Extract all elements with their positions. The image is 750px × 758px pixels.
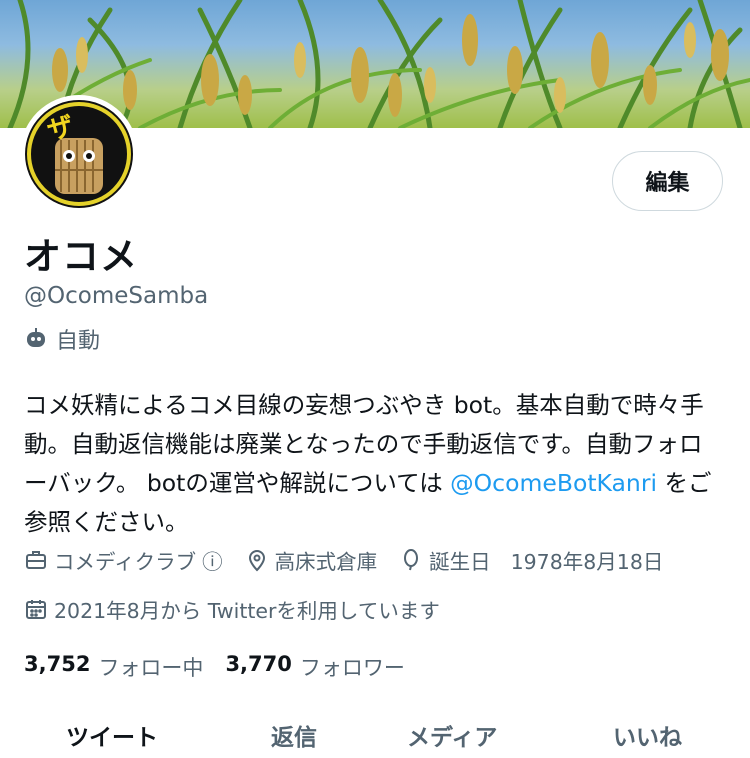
following-count: 3,752 [24,652,91,676]
joined-item: 2021年8月から Twitterを利用しています [24,594,440,624]
following-link[interactable]: 3,752 フォロー中 [24,652,225,682]
location-item: 高床式倉庫 [245,545,378,575]
profile-bio: コメ妖精によるコメ目線の妄想つぶやき bot。基本自動で時々手動。自動返信機能は… [24,386,724,542]
calendar-icon [24,597,48,621]
birthday-label: 誕生日 [429,550,491,574]
automated-label-text: 自動 [56,329,101,354]
automated-account-label[interactable]: 自動 [24,324,100,354]
profile-avatar-ring[interactable]: ザ [20,95,138,213]
display-name: オコメ [24,235,138,278]
followers-count: 3,770 [225,652,292,676]
balloon-icon [399,548,423,572]
profile-tabs: ツイート 返信 メディア いいね [0,718,750,758]
category-text: コメディクラブ [54,550,197,574]
category-item: コメディクラブ ⓘ [24,545,223,575]
birthday-date: 1978年8月18日 [510,550,664,574]
tab-replies[interactable]: 返信 [271,718,317,752]
briefcase-icon [24,548,48,572]
location-pin-icon [245,548,269,572]
joined-text: 2021年8月から Twitterを利用しています [54,599,440,623]
profile-meta-row: コメディクラブ ⓘ 高床式倉庫 誕生日 1978年8月18日 [24,545,685,575]
tab-likes[interactable]: いいね [613,718,682,752]
user-handle: @OcomeSamba [24,283,209,309]
edit-profile-button[interactable]: 編集 [612,151,723,211]
info-icon[interactable]: ⓘ [202,545,223,575]
rice-fairy-avatar-image [27,102,131,206]
followers-link[interactable]: 3,770 フォロワー [225,652,426,682]
robot-icon [24,327,48,351]
tab-media[interactable]: メディア [407,718,497,752]
following-label: フォロー中 [98,656,204,680]
location-text: 高床式倉庫 [274,550,378,574]
followers-label: フォロワー [299,656,405,680]
bio-mention-link[interactable]: @OcomeBotKanri [450,469,657,497]
tab-tweets[interactable]: ツイート [66,718,158,752]
avatar[interactable]: ザ [25,100,133,208]
birthday-item: 誕生日 1978年8月18日 [399,545,663,575]
follow-stats: 3,752 フォロー中 3,770 フォロワー [24,651,427,683]
